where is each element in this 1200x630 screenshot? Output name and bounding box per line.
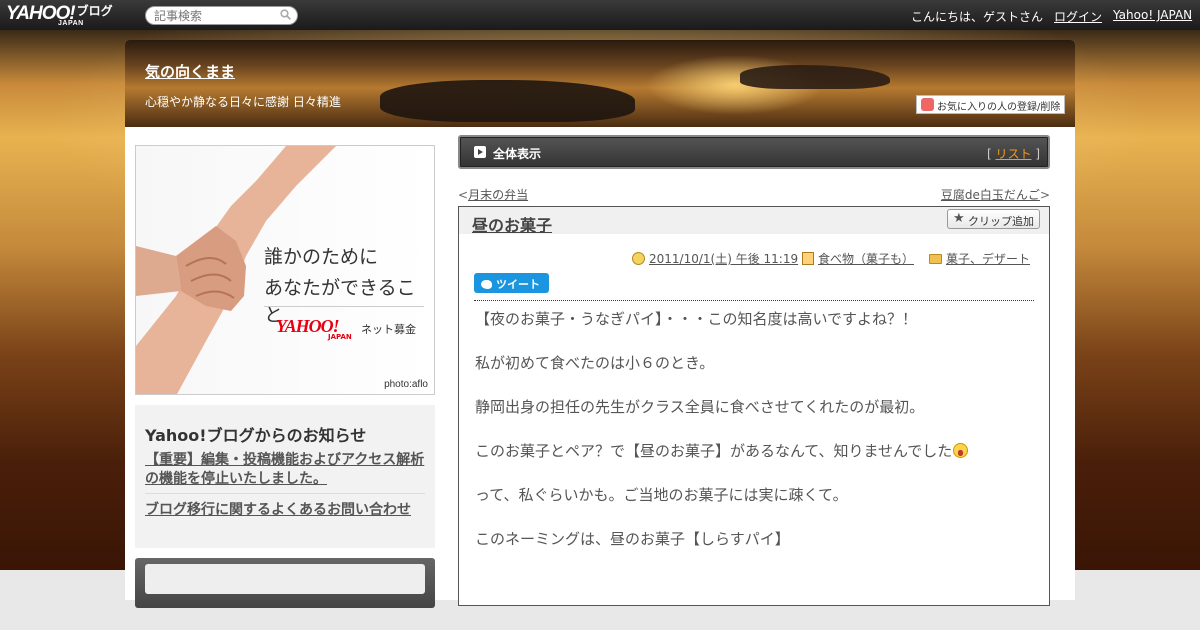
logo-sub-text: JAPAN [58,20,84,27]
ad-yahoo-logo-sub: JAPAN [328,333,352,341]
favorite-register-button[interactable]: お気に入りの人の登録/削除 [916,95,1065,114]
logo-blog-text: ブログ [76,4,113,18]
notice-link[interactable]: 【重要】編集・投稿機能およびアクセス解析の機能を停止いたしました。 [145,451,430,489]
article-header: 昼のお菓子 ★ クリップ追加 [459,207,1049,236]
article-paragraph: 私が初めて食べたのは小６のとき。 [475,354,715,372]
ad-divider [264,306,424,307]
greeting-text: こんにちは、ゲストさん [911,10,1044,24]
search-icon[interactable] [280,9,291,20]
header-decoration [740,65,890,89]
divider [145,493,425,494]
tweet-button[interactable]: ツイート [474,273,549,293]
article-paragraph: 【夜のお菓子・うなぎパイ】・・・この知名度は高いですよね？！ [475,310,918,328]
favorite-icon [921,98,934,111]
sidebar-widget [135,558,435,608]
blog-subtitle: 心穏やか静なる日々に感謝 日々精進 [145,95,341,109]
article-title[interactable]: 昼のお菓子 [472,212,552,236]
article-category-link[interactable]: 食べ物（菓子も） [818,252,914,266]
yahoo-japan-link[interactable]: Yahoo! JAPAN [1113,8,1192,22]
blog-container: 気の向くまま 心穏やか静なる日々に感謝 日々精進 お気に入りの人の登録/削除 誰… [125,40,1075,608]
next-article-nav: 豆腐de白玉だんご> [940,188,1050,202]
view-all-label[interactable]: 全体表示 [493,145,541,162]
article-paragraph: このお菓子とペア？で【昼のお菓子】があるなんて、知りませんでした [475,442,953,460]
notice-box: Yahoo!ブログからのお知らせ 【重要】編集・投稿機能およびアクセス解析の機能… [135,405,435,548]
dotted-divider [474,300,1034,301]
article-paragraph: このネーミングは、昼のお菓子【しらすパイ】 [475,530,790,548]
clip-add-label: クリップ追加 [968,215,1034,228]
hands-image [136,146,336,394]
blog-header: 気の向くまま 心穏やか静なる日々に感謝 日々精進 お気に入りの人の登録/削除 [125,40,1075,127]
prev-article-nav: <月末の弁当 [458,188,529,202]
star-icon: ★ [953,211,965,226]
article-category: 食べ物（菓子も） [802,250,914,267]
book-icon [802,252,814,265]
clip-add-button[interactable]: ★ クリップ追加 [947,209,1040,229]
favorite-button-label: お気に入りの人の登録/削除 [937,102,1061,113]
arrow-right-icon [474,146,486,158]
list-link-wrapper: [ リスト ] [986,147,1040,161]
twitter-bird-icon [481,280,492,289]
notice-link[interactable]: ブログ移行に関するよくあるお問い合わせ [145,499,411,519]
article-paragraph-with-emoji: このお菓子とペア？で【昼のお菓子】があるなんて、知りませんでした [475,440,969,461]
article-date: 2011/10/1(土) 午後 11:19 [632,250,798,267]
search-input[interactable] [154,7,274,24]
view-all-bar: 全体表示 [ リスト ] [458,135,1050,169]
notice-title: Yahoo!ブログからのお知らせ [145,426,367,445]
ad-photo-credit: photo:aflo [384,379,428,390]
next-article-link[interactable]: 豆腐de白玉だんご [941,188,1040,202]
article-tag-link[interactable]: 菓子、デザート [946,252,1030,266]
article-date-link[interactable]: 2011/10/1(土) 午後 11:19 [649,252,798,266]
blog-title[interactable]: 気の向くまま [145,61,235,82]
list-link[interactable]: リスト [995,147,1031,161]
article-tag: 菓子、デザート [929,250,1030,267]
prev-article-link[interactable]: 月末の弁当 [468,188,528,202]
clock-icon [632,252,645,265]
folder-icon [929,254,942,264]
login-link[interactable]: ログイン [1054,8,1102,25]
search-box [145,6,298,25]
top-bar: YAHOO!ブログ JAPAN こんにちは、ゲストさん ログイン Yahoo! … [0,0,1200,30]
ad-headline-1: 誰かのために [264,246,379,268]
article-paragraph: 静岡出身の担任の先生がクラス全員に食べさせてくれたのが最初。 [475,398,925,416]
shocked-face-icon [953,443,969,458]
yahoo-blog-logo[interactable]: YAHOO! ブログ JAPAN [6,3,113,27]
header-decoration [380,80,635,122]
tweet-label: ツイート [496,279,540,291]
article: 昼のお菓子 ★ クリップ追加 2011/10/1(土) 午後 11:19 食べ物… [458,206,1050,606]
ad-service-name: ネット募金 [361,323,416,336]
ad-banner[interactable]: 誰かのために あなたができること YAHOO! JAPAN ネット募金 phot… [135,145,435,395]
article-paragraph: って、私ぐらいかも。ご当地のお菓子には実に疎くて。 [475,486,848,504]
